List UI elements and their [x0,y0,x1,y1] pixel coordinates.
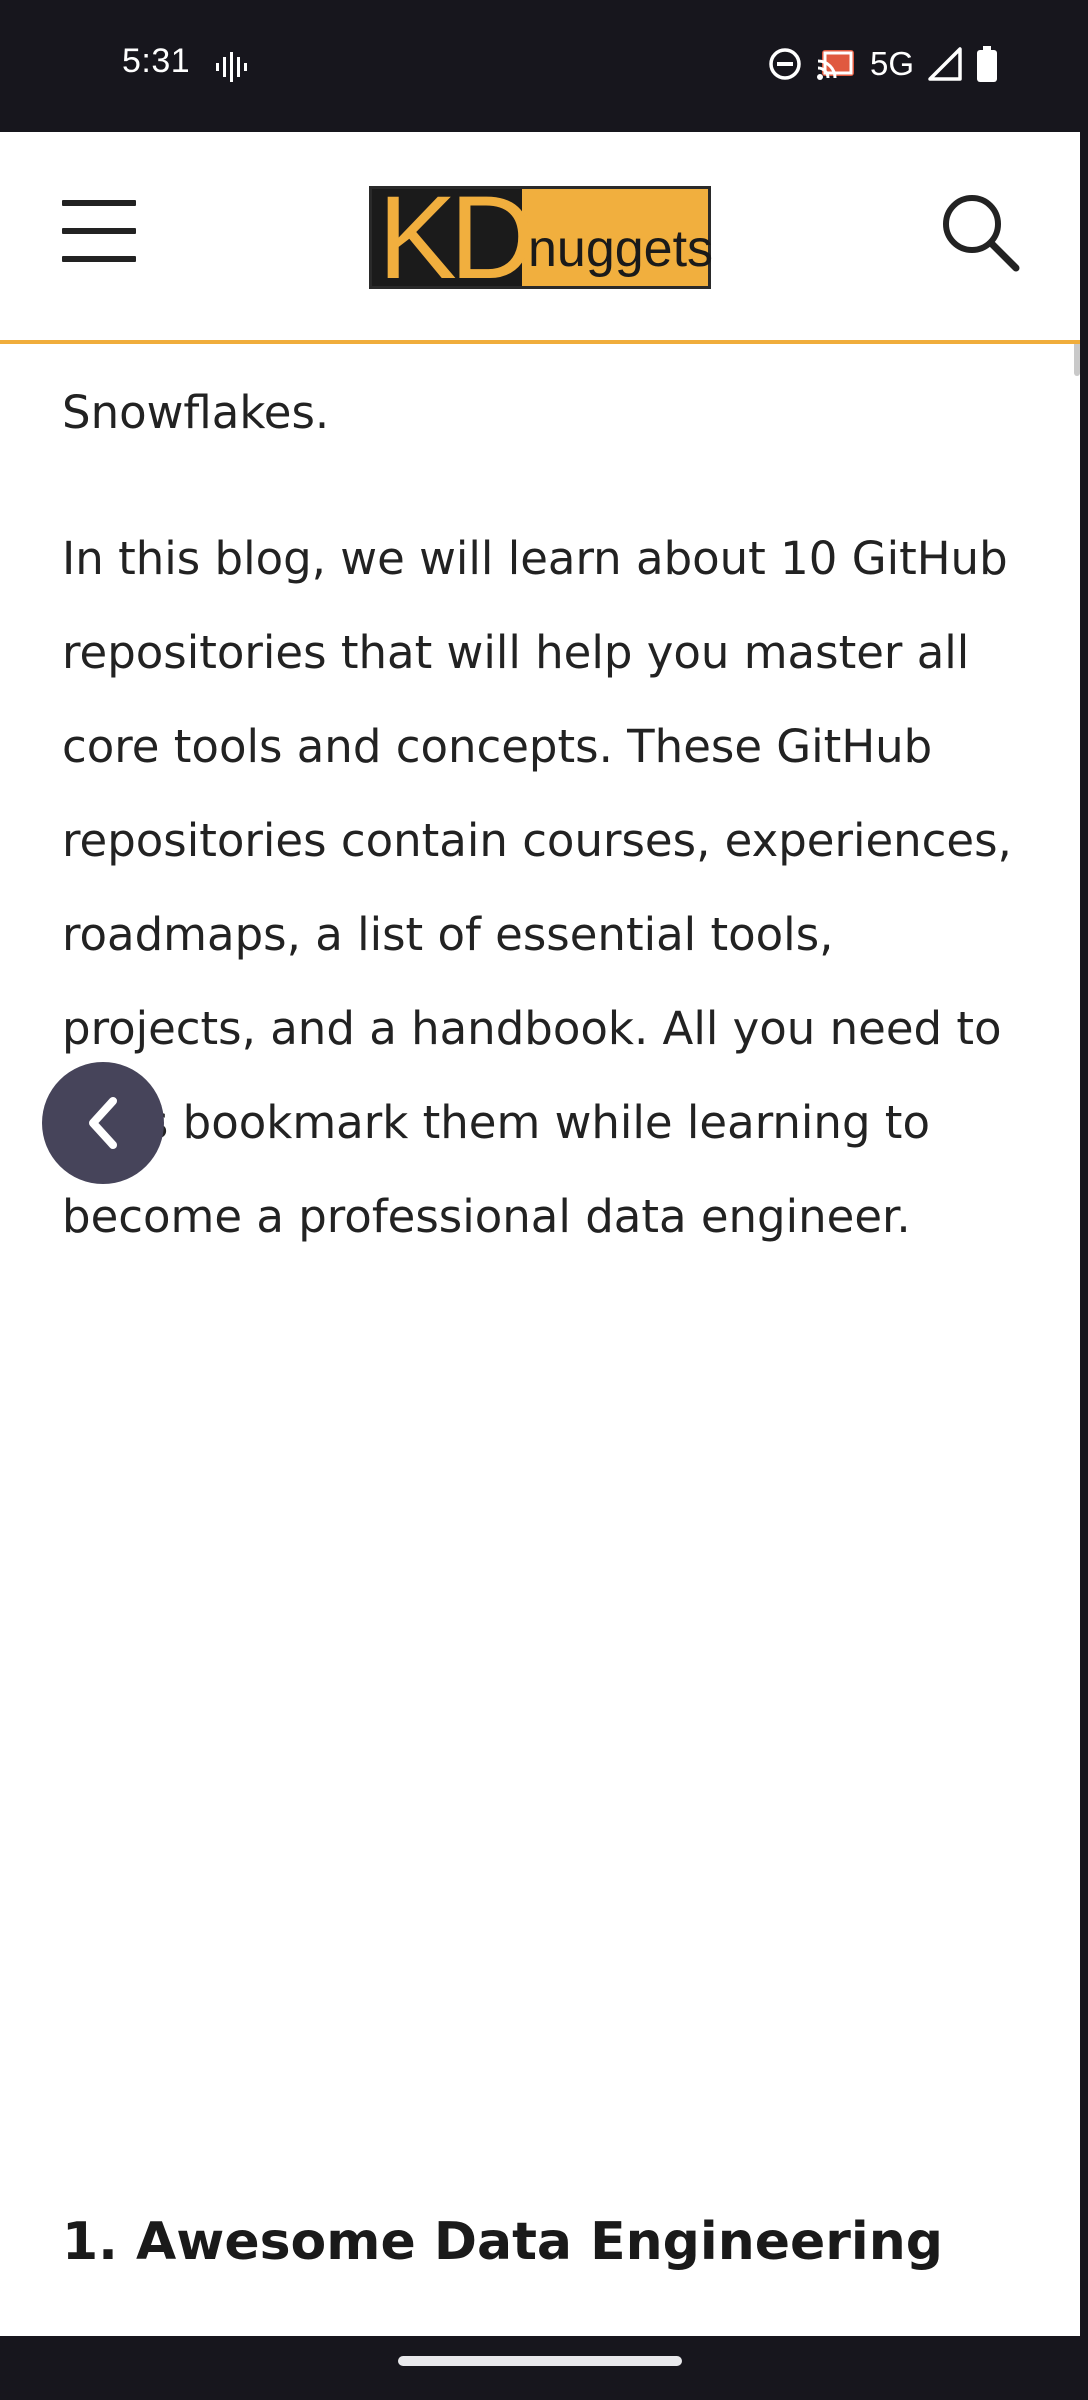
network-type: 5G [869,45,914,82]
logo-nuggets-text: nuggets [528,220,714,278]
back-button[interactable] [42,1062,164,1184]
search-icon[interactable] [938,190,1022,274]
logo-kd-box: KD [372,179,535,297]
do-not-disturb-icon [769,48,801,80]
navigation-bar [0,2336,1088,2400]
home-gesture-pill[interactable] [398,2356,682,2366]
status-icons: 5G [768,44,998,84]
logo-kd-text: KD [378,172,535,304]
scrollbar-track [1080,132,1088,2336]
paragraph-end: Snowflakes. [62,386,330,439]
cast-icon [816,50,854,80]
article-paragraph: In this blog, we will learn about 10 Git… [62,532,1012,1243]
battery-icon [977,46,997,82]
sound-wave-icon [216,52,247,82]
section-heading: 1. Awesome Data Engineering [62,2212,943,2272]
hamburger-menu-icon[interactable] [60,196,138,264]
site-header: KD nuggets [0,132,1080,344]
kdnuggets-logo[interactable]: KD nuggets [369,179,714,297]
web-page[interactable]: and manage services like Databricks and … [0,132,1080,2336]
signal-icon [928,47,962,81]
status-bar: 5:31 5G [0,0,1088,132]
status-time: 5:31 [122,42,191,80]
chevron-left-icon [89,1097,117,1149]
